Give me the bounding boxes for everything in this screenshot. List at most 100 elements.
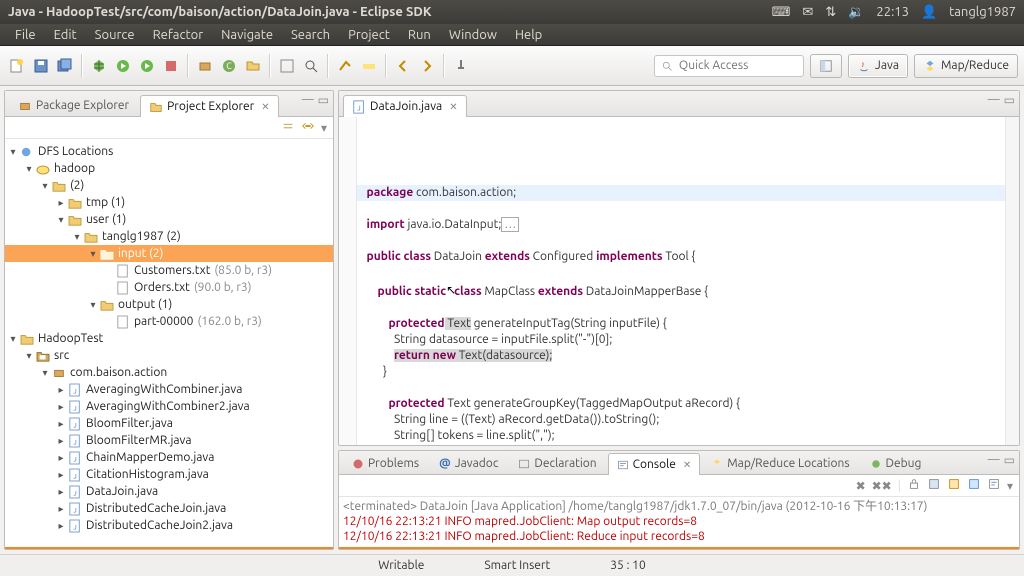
editor-tab-datajoin[interactable]: J DataJoin.java ✕: [343, 95, 467, 117]
tree-f5[interactable]: ▸JChainMapperDemo.java: [5, 449, 333, 466]
tree-f7[interactable]: ▸JDataJoin.java: [5, 483, 333, 500]
open-perspective-button[interactable]: [810, 54, 842, 78]
link-editor-icon[interactable]: [301, 119, 315, 136]
project-tree[interactable]: ▾DFS Locations ▾hadoop ▾(2) ▸tmp (1) ▾us…: [5, 139, 333, 548]
new-button[interactable]: [6, 55, 28, 77]
clear-console-icon[interactable]: [927, 477, 941, 494]
tree-f3[interactable]: ▸JBloomFilter.java: [5, 415, 333, 432]
tree-output[interactable]: ▾output (1): [5, 296, 333, 313]
volume-icon[interactable]: 🔉: [848, 5, 864, 20]
tree-orders[interactable]: Orders.txt(90.0 b, r3): [5, 279, 333, 296]
status-bar: Writable Smart Insert 35 : 10: [0, 554, 1024, 576]
scroll-lock-icon[interactable]: [907, 477, 921, 494]
save-all-button[interactable]: [54, 55, 76, 77]
maximize-icon[interactable]: ▭: [318, 93, 329, 107]
tab-javadoc[interactable]: @Javadoc: [430, 452, 507, 474]
new-folder-button[interactable]: [242, 55, 264, 77]
tree-f4[interactable]: ▸JBloomFilterMR.java: [5, 432, 333, 449]
window-title: Java - HadoopTest/src/com/baison/action/…: [8, 5, 772, 19]
tree-f2[interactable]: ▸JAveragingWithCombiner2.java: [5, 398, 333, 415]
tree-input[interactable]: ▾input (2): [5, 245, 333, 262]
menu-navigate[interactable]: Navigate: [212, 26, 282, 44]
tree-f8[interactable]: ▸JDistributedCacheJoin.java: [5, 500, 333, 517]
save-button[interactable]: [30, 55, 52, 77]
tab-package-explorer[interactable]: Package Explorer: [9, 94, 138, 116]
editor-marker-bar[interactable]: [339, 117, 357, 445]
maximize-icon[interactable]: ▭: [1004, 453, 1015, 467]
menu-edit[interactable]: Edit: [45, 26, 86, 44]
package-icon: [18, 99, 32, 113]
pin-button[interactable]: [450, 55, 472, 77]
maximize-icon[interactable]: ▭: [1004, 93, 1015, 107]
clock[interactable]: 22:13: [876, 5, 909, 19]
close-icon[interactable]: ✕: [449, 101, 457, 113]
menu-file[interactable]: File: [6, 26, 45, 44]
toggle-mark-button[interactable]: [334, 55, 356, 77]
new-package-button[interactable]: [194, 55, 216, 77]
view-menu-icon[interactable]: ▾: [321, 121, 327, 135]
minimize-icon[interactable]: —: [988, 453, 1000, 467]
collapse-all-icon[interactable]: [281, 119, 295, 136]
tree-hadoop[interactable]: ▾hadoop: [5, 160, 333, 177]
overview-ruler[interactable]: [1005, 117, 1019, 445]
menu-help[interactable]: Help: [506, 26, 551, 44]
close-icon[interactable]: ✕: [683, 459, 691, 471]
tab-declaration[interactable]: Declaration: [509, 452, 605, 474]
keyboard-icon[interactable]: ⌨: [772, 5, 791, 20]
user-name[interactable]: tanglg1987: [949, 5, 1016, 19]
ext-tools-button[interactable]: [160, 55, 182, 77]
code-editor[interactable]: package com.baison.action; import java.i…: [357, 117, 1005, 445]
tree-p2[interactable]: ▾(2): [5, 177, 333, 194]
open-type-button[interactable]: [276, 55, 298, 77]
tree-pkg[interactable]: ▾com.baison.action: [5, 364, 333, 381]
tree-hadooptest[interactable]: ▾HadoopTest: [5, 330, 333, 347]
tab-mrlocations[interactable]: Map/Reduce Locations: [702, 452, 858, 474]
debug-button[interactable]: [88, 55, 110, 77]
tree-part[interactable]: part-00000(162.0 b, r3): [5, 313, 333, 330]
highlight-button[interactable]: [358, 55, 380, 77]
tree-src[interactable]: ▾src: [5, 347, 333, 364]
menu-project[interactable]: Project: [339, 26, 399, 44]
quick-access-input[interactable]: [679, 59, 779, 72]
network-icon[interactable]: ⇅: [825, 5, 836, 20]
minimize-icon[interactable]: —: [988, 93, 1000, 107]
menu-source[interactable]: Source: [86, 26, 144, 44]
run-last-button[interactable]: [136, 55, 158, 77]
remove-all-icon[interactable]: ✖✖: [872, 479, 892, 493]
tree-f9[interactable]: ▸JDistributedCacheJoin2.java: [5, 517, 333, 534]
tab-problems[interactable]: Problems: [343, 452, 428, 474]
new-console-icon[interactable]: ▾: [1007, 479, 1013, 493]
menu-search[interactable]: Search: [282, 26, 339, 44]
tab-console[interactable]: Console✕: [608, 453, 701, 475]
perspective-mapreduce[interactable]: Map/Reduce: [914, 54, 1018, 78]
remove-launch-icon[interactable]: ✖: [856, 479, 866, 493]
tree-dfs[interactable]: ▾DFS Locations: [5, 143, 333, 160]
explorer-panel: Package Explorer Project Explorer ✕ — ▭ …: [4, 90, 334, 550]
open-console-icon[interactable]: [987, 477, 1001, 494]
tree-tanglg[interactable]: ▾tanglg1987 (2): [5, 228, 333, 245]
minimize-icon[interactable]: —: [302, 93, 314, 107]
tree-f6[interactable]: ▸JCitationHistogram.java: [5, 466, 333, 483]
new-class-button[interactable]: C: [218, 55, 240, 77]
tree-tmp[interactable]: ▸tmp (1): [5, 194, 333, 211]
perspective-java[interactable]: Java: [848, 54, 908, 78]
tab-debug[interactable]: Debug: [861, 452, 931, 474]
close-icon[interactable]: ✕: [261, 101, 269, 113]
back-button[interactable]: [392, 55, 414, 77]
tree-user[interactable]: ▾user (1): [5, 211, 333, 228]
menu-refactor[interactable]: Refactor: [144, 26, 213, 44]
forward-button[interactable]: [416, 55, 438, 77]
console-body[interactable]: <terminated> DataJoin [Java Application]…: [339, 497, 1019, 548]
quick-access[interactable]: [654, 55, 804, 77]
menu-window[interactable]: Window: [440, 26, 506, 44]
search-button[interactable]: [300, 55, 322, 77]
display-console-icon[interactable]: [967, 477, 981, 494]
svg-text:J: J: [73, 507, 76, 514]
mail-icon[interactable]: ✉: [802, 5, 813, 20]
menu-run[interactable]: Run: [399, 26, 440, 44]
tab-project-explorer[interactable]: Project Explorer ✕: [140, 95, 279, 117]
pin-console-icon[interactable]: [947, 477, 961, 494]
run-button[interactable]: [112, 55, 134, 77]
tree-customers[interactable]: Customers.txt(85.0 b, r3): [5, 262, 333, 279]
tree-f1[interactable]: ▸JAveragingWithCombiner.java: [5, 381, 333, 398]
